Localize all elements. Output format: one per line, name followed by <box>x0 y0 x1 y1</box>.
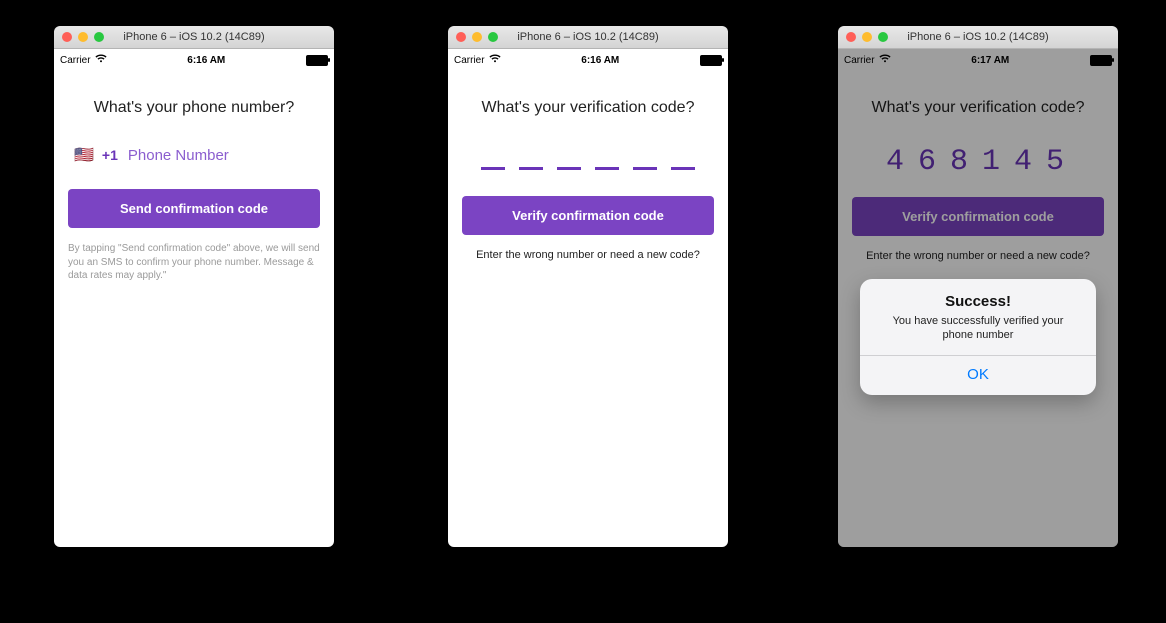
alert-title: Success! <box>872 293 1084 310</box>
minimize-icon[interactable] <box>862 32 872 42</box>
code-digit-slot[interactable] <box>633 145 657 170</box>
code-digit-slot[interactable] <box>557 145 581 170</box>
clock-label: 6:16 AM <box>187 55 225 66</box>
country-flag-icon[interactable]: 🇺🇸 <box>74 145 94 165</box>
close-icon[interactable] <box>62 32 72 42</box>
window-titlebar[interactable]: iPhone 6 – iOS 10.2 (14C89) <box>448 26 728 49</box>
success-alert: Success! You have successfully verified … <box>860 279 1096 395</box>
resend-code-link[interactable]: Enter the wrong number or need a new cod… <box>462 249 714 261</box>
code-digit-slot[interactable] <box>671 145 695 170</box>
page-heading: What's your phone number? <box>68 99 320 117</box>
battery-icon <box>700 55 722 66</box>
code-digit-slot[interactable] <box>481 145 505 170</box>
phone-screen: Carrier 6:17 AM What's your verification… <box>838 49 1118 547</box>
minimize-icon[interactable] <box>472 32 482 42</box>
code-digit-slot[interactable] <box>595 145 619 170</box>
status-bar: Carrier 6:16 AM <box>448 49 728 69</box>
zoom-icon[interactable] <box>878 32 888 42</box>
send-code-button[interactable]: Send confirmation code <box>68 189 320 228</box>
window-titlebar[interactable]: iPhone 6 – iOS 10.2 (14C89) <box>54 26 334 49</box>
phone-input-row: 🇺🇸 +1 <box>68 145 320 171</box>
phone-number-input[interactable] <box>126 146 329 165</box>
carrier-label: Carrier <box>60 55 91 66</box>
simulator-window-2: iPhone 6 – iOS 10.2 (14C89) Carrier 6:16… <box>448 26 728 547</box>
carrier-label: Carrier <box>454 55 485 66</box>
zoom-icon[interactable] <box>488 32 498 42</box>
verification-code-input[interactable] <box>472 145 704 170</box>
verify-code-button[interactable]: Verify confirmation code <box>462 196 714 235</box>
phone-screen: Carrier 6:16 AM What's your verification… <box>448 49 728 547</box>
simulator-window-3: iPhone 6 – iOS 10.2 (14C89) Carrier 6:17… <box>838 26 1118 547</box>
alert-message: You have successfully verified your phon… <box>878 314 1078 343</box>
close-icon[interactable] <box>456 32 466 42</box>
dial-code-label[interactable]: +1 <box>102 147 118 163</box>
status-bar: Carrier 6:16 AM <box>54 49 334 69</box>
code-digit-slot[interactable] <box>519 145 543 170</box>
disclaimer-text: By tapping "Send confirmation code" abov… <box>68 242 320 283</box>
window-traffic-lights <box>846 32 888 42</box>
clock-label: 6:16 AM <box>581 55 619 66</box>
battery-icon <box>306 55 328 66</box>
phone-screen: Carrier 6:16 AM What's your phone number… <box>54 49 334 547</box>
zoom-icon[interactable] <box>94 32 104 42</box>
wifi-icon <box>95 54 107 66</box>
close-icon[interactable] <box>846 32 856 42</box>
minimize-icon[interactable] <box>78 32 88 42</box>
page-heading: What's your verification code? <box>462 99 714 117</box>
wifi-icon <box>489 54 501 66</box>
simulator-window-1: iPhone 6 – iOS 10.2 (14C89) Carrier 6:16… <box>54 26 334 547</box>
window-traffic-lights <box>62 32 104 42</box>
window-titlebar[interactable]: iPhone 6 – iOS 10.2 (14C89) <box>838 26 1118 49</box>
window-traffic-lights <box>456 32 498 42</box>
alert-ok-button[interactable]: OK <box>860 356 1096 395</box>
